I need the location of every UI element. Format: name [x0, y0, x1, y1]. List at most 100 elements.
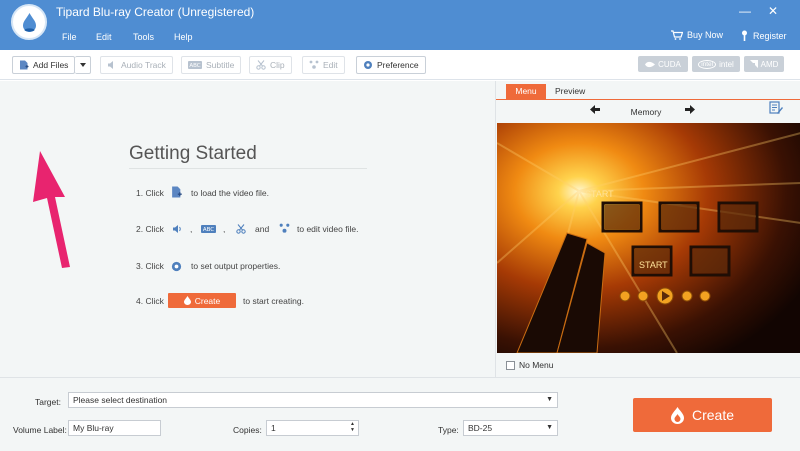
- volume-label-value: My Blu-ray: [73, 423, 114, 433]
- add-files-group: Add Files: [12, 56, 92, 74]
- output-settings: Target: Please select destination ▼ Volu…: [0, 377, 800, 451]
- no-menu-label: No Menu: [519, 360, 554, 370]
- pointer-arrow-icon: [33, 151, 70, 268]
- edit-button[interactable]: Edit: [302, 56, 345, 74]
- step-2-comma-1: ,: [190, 224, 193, 234]
- step-2-and: and: [255, 224, 270, 234]
- close-button[interactable]: ✕: [763, 3, 783, 19]
- tab-menu[interactable]: Menu: [506, 84, 546, 99]
- preference-label: Preference: [377, 60, 419, 70]
- subtitle-button[interactable]: ABC Subtitle: [181, 56, 242, 74]
- copies-stepper[interactable]: 1 ▲ ▼: [266, 420, 359, 436]
- step-2-prefix: 2. Click: [136, 224, 164, 234]
- step-2-suffix: to edit video file.: [297, 224, 359, 234]
- menu-file[interactable]: File: [62, 32, 77, 42]
- step-1-prefix: 1. Click: [136, 188, 164, 198]
- buy-now-link[interactable]: Buy Now: [671, 30, 723, 40]
- chevron-down-icon: ▼: [546, 396, 553, 403]
- getting-started-panel: Getting Started 1. Click to load the vid…: [0, 81, 495, 377]
- edit-label: Edit: [323, 60, 338, 70]
- volume-label-input[interactable]: My Blu-ray: [68, 420, 161, 436]
- no-menu-toggle[interactable]: No Menu: [506, 360, 554, 370]
- scissors-icon: [236, 224, 246, 234]
- add-files-label: Add Files: [33, 60, 69, 70]
- effects-icon: [309, 60, 319, 69]
- copies-label: Copies:: [233, 425, 262, 435]
- subtitle-icon: ABC: [188, 61, 202, 69]
- create-button[interactable]: Create: [633, 398, 772, 432]
- arrow-left-icon[interactable]: [590, 105, 600, 114]
- step-4-create-label: Create: [194, 295, 221, 306]
- target-label: Target:: [35, 397, 61, 407]
- create-label: Create: [691, 407, 735, 423]
- window-title: Tipard Blu-ray Creator (Unregistered): [56, 5, 255, 19]
- preference-button[interactable]: Preference: [356, 56, 426, 74]
- key-icon: [742, 30, 747, 41]
- amd-label: AMD: [760, 59, 779, 69]
- effects-icon: [279, 223, 290, 233]
- buy-now-label: Buy Now: [687, 30, 724, 40]
- svg-text:ABC: ABC: [203, 227, 214, 233]
- flame-icon: [183, 296, 191, 305]
- cuda-label: CUDA: [658, 59, 681, 69]
- gear-icon: [364, 61, 372, 69]
- toolbar: Add Files Audio Track ABC Subtitle Clip …: [0, 50, 800, 80]
- add-file-icon: [172, 186, 182, 198]
- menu-preview-image: START START: [497, 123, 800, 353]
- step-2-comma-2: ,: [223, 224, 226, 234]
- no-menu-checkbox[interactable]: [506, 360, 515, 370]
- intel-logo: intel: [698, 59, 717, 69]
- amd-icon: [749, 60, 758, 68]
- speaker-icon: [173, 225, 181, 233]
- menu-tools[interactable]: Tools: [133, 32, 154, 42]
- flame-icon: [670, 406, 684, 424]
- stepper-arrows-icon[interactable]: ▲ ▼: [350, 421, 355, 433]
- register-link[interactable]: Register: [740, 30, 787, 41]
- subtitle-icon: ABC: [201, 225, 216, 233]
- step-4-create-button[interactable]: Create: [168, 293, 236, 308]
- step-4-suffix: to start creating.: [243, 296, 304, 306]
- title-bar: Tipard Blu-ray Creator (Unregistered) — …: [0, 0, 800, 50]
- template-navigator: Memory: [496, 105, 800, 121]
- minimize-button[interactable]: —: [735, 3, 755, 19]
- chevron-down-icon: [79, 63, 86, 67]
- volume-label-label: Volume Label:: [13, 425, 67, 435]
- preview-start-text-2: START: [639, 260, 668, 270]
- getting-started-title: Getting Started: [129, 143, 257, 164]
- app-logo: [11, 4, 47, 40]
- add-files-button[interactable]: Add Files: [12, 56, 76, 74]
- copies-value: 1: [271, 423, 276, 433]
- type-value: BD-25: [468, 423, 493, 433]
- cart-icon: [671, 30, 683, 40]
- svg-text:ABC: ABC: [189, 63, 200, 69]
- divider: [129, 168, 367, 169]
- arrow-right-icon[interactable]: [685, 105, 695, 114]
- tab-preview[interactable]: Preview: [555, 84, 585, 99]
- intel-badge: intel intel: [692, 56, 740, 72]
- step-1-suffix: to load the video file.: [191, 188, 269, 198]
- intel-label: intel: [719, 59, 734, 69]
- menu-panel: Menu Preview Memory START START No Menu: [495, 81, 800, 377]
- type-select[interactable]: BD-25 ▼: [463, 420, 558, 436]
- template-name: Memory: [630, 107, 662, 117]
- add-file-icon: [20, 60, 29, 70]
- gear-icon: [171, 261, 182, 272]
- target-select[interactable]: Please select destination ▼: [68, 392, 558, 408]
- clip-label: Clip: [270, 60, 285, 70]
- subtitle-label: Subtitle: [206, 60, 235, 70]
- menu-help[interactable]: Help: [174, 32, 193, 42]
- audio-track-button[interactable]: Audio Track: [100, 56, 173, 74]
- menu-edit[interactable]: Edit: [96, 32, 112, 42]
- step-3-suffix: to set output properties.: [191, 261, 281, 271]
- clip-button[interactable]: Clip: [249, 56, 292, 74]
- preview-start-text-1: START: [585, 189, 614, 199]
- edit-menu-icon[interactable]: [769, 101, 783, 115]
- chevron-down-icon: ▼: [546, 424, 553, 431]
- step-3-prefix: 3. Click: [136, 261, 164, 271]
- step-4-prefix: 4. Click: [136, 296, 164, 306]
- speaker-icon: [108, 61, 113, 69]
- audio-track-label: Audio Track: [121, 60, 166, 70]
- add-files-dropdown[interactable]: [75, 56, 92, 74]
- scissors-icon: [256, 60, 266, 70]
- type-label: Type:: [438, 425, 459, 435]
